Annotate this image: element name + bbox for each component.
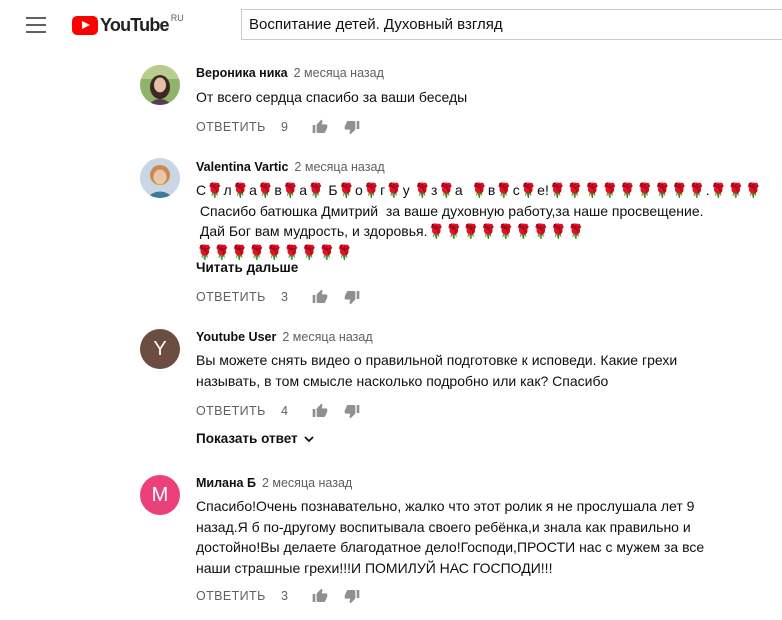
comment-author[interactable]: Valentina Vartic: [196, 160, 288, 174]
like-count: 9: [281, 120, 288, 134]
reply-button[interactable]: ОТВЕТИТЬ: [196, 589, 266, 603]
comment-text-line: Вы можете снять видео о правильной подго…: [196, 352, 678, 368]
thumbs-down-icon[interactable]: [344, 403, 360, 419]
thumbs-up-icon[interactable]: [312, 403, 328, 419]
comment-text-line: наши страшные грехи!!!И ПОМИЛУЙ НАС ГОСП…: [196, 559, 553, 576]
thumbs-down-icon[interactable]: [344, 588, 360, 604]
thumbs-up-icon[interactable]: [312, 119, 328, 135]
comment-time[interactable]: 2 месяца назад: [262, 476, 352, 490]
avatar[interactable]: [140, 65, 180, 105]
avatar[interactable]: Y: [140, 329, 180, 369]
comment-header: Valentina Vartic 2 месяца назад: [196, 160, 385, 174]
reply-button[interactable]: ОТВЕТИТЬ: [196, 404, 266, 418]
comment-header: Youtube User 2 месяца назад: [196, 330, 373, 344]
play-logo-icon: [72, 15, 98, 35]
thumbs-down-icon[interactable]: [344, 119, 360, 135]
avatar[interactable]: М: [140, 475, 180, 515]
thumbs-down-icon[interactable]: [344, 289, 360, 305]
comment-text-line: Спасибо батюшка Дмитрий за ваше духовную…: [196, 202, 704, 219]
show-replies-button[interactable]: Показать ответ: [196, 431, 315, 446]
comment-text-line: называть, в том смысле насколько подробн…: [196, 372, 609, 389]
comment-text-line: От всего сердца спасибо за ваши беседы: [196, 89, 468, 105]
comment-text: С🌹л🌹а🌹в🌹а🌹 Б🌹о🌹г🌹у 🌹з🌹а 🌹в🌹с🌹е!🌹🌹🌹🌹🌹🌹🌹🌹🌹…: [196, 180, 762, 262]
region-code: RU: [170, 13, 184, 23]
comment-header: Милана Б 2 месяца назад: [196, 476, 352, 490]
avatar[interactable]: [140, 158, 180, 198]
comment-header: Вероника ника 2 месяца назад: [196, 66, 384, 80]
youtube-logo[interactable]: YouTube RU: [72, 13, 184, 37]
comment-text-line: 🌹🌹🌹🌹🌹🌹🌹🌹🌹: [196, 243, 353, 260]
comment-author[interactable]: Youtube User: [196, 330, 276, 344]
comment-text: От всего сердца спасибо за ваши беседы: [196, 87, 716, 108]
comment-actions: ОТВЕТИТЬ 3: [196, 287, 360, 307]
masthead: YouTube RU Воспитание детей. Духовный вз…: [0, 0, 782, 52]
comment-text: Вы можете снять видео о правильной подго…: [196, 350, 716, 391]
search-input[interactable]: Воспитание детей. Духовный взгляд: [241, 9, 782, 40]
comment-actions: ОТВЕТИТЬ 4: [196, 401, 360, 421]
reply-button[interactable]: ОТВЕТИТЬ: [196, 120, 266, 134]
comment-text: Спасибо!Очень познавательно, жалко что э…: [196, 496, 716, 578]
chevron-down-icon: [304, 435, 314, 442]
comment-text-line: назад.Я б по-другому воспитывала своего …: [196, 518, 691, 535]
comment-text-line: С🌹л🌹а🌹в🌹а🌹 Б🌹о🌹г🌹у 🌹з🌹а 🌹в🌹с🌹е!🌹🌹🌹🌹🌹🌹🌹🌹🌹…: [196, 182, 762, 198]
like-count: 3: [281, 589, 288, 603]
comment-author[interactable]: Вероника ника: [196, 66, 288, 80]
comment-author[interactable]: Милана Б: [196, 476, 256, 490]
logo-wordmark: YouTube: [100, 14, 170, 35]
comment-actions: ОТВЕТИТЬ 3: [196, 586, 360, 606]
hamburger-menu-icon[interactable]: [26, 17, 46, 33]
comment-text-line: Дай Бог вам мудрость, и здоровья.🌹🌹🌹🌹🌹🌹🌹…: [196, 223, 585, 239]
read-more-link[interactable]: Читать дальше: [196, 260, 298, 275]
like-count: 3: [281, 290, 288, 304]
like-count: 4: [281, 404, 288, 418]
thumbs-up-icon[interactable]: [312, 588, 328, 604]
reply-button[interactable]: ОТВЕТИТЬ: [196, 290, 266, 304]
comment-time[interactable]: 2 месяца назад: [294, 160, 384, 174]
comment-time[interactable]: 2 месяца назад: [282, 330, 372, 344]
show-replies-label: Показать ответ: [196, 431, 298, 446]
comment-text-line: Спасибо!Очень познавательно, жалко что э…: [196, 498, 695, 514]
comment-actions: ОТВЕТИТЬ 9: [196, 117, 360, 137]
comment-time[interactable]: 2 месяца назад: [294, 66, 384, 80]
comment-text-line: достойно!Вы делаете благодатное дело!Гос…: [196, 539, 705, 555]
thumbs-up-icon[interactable]: [312, 289, 328, 305]
